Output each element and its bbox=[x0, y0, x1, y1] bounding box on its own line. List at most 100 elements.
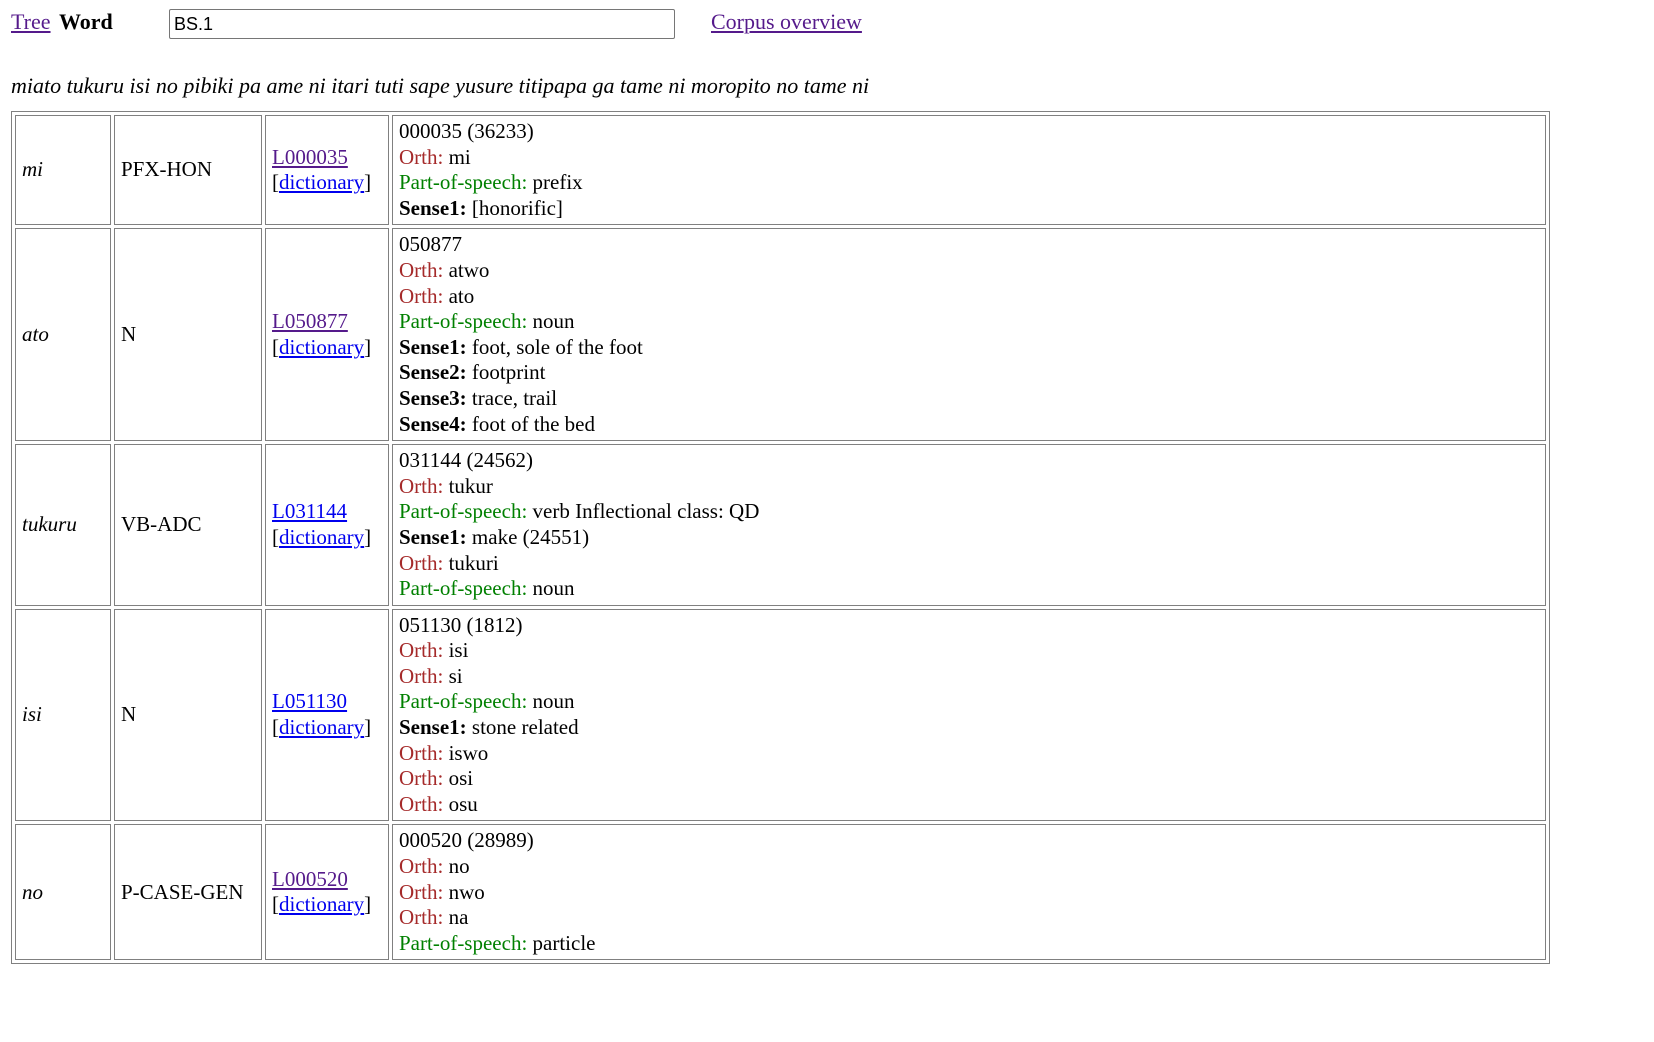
entry-value: 051130 (1812) bbox=[399, 612, 523, 637]
lemma-link[interactable]: L000035 bbox=[272, 145, 348, 169]
entry-value: nwo bbox=[448, 879, 485, 904]
entry-value: footprint bbox=[471, 360, 546, 385]
entry-value: tukuri bbox=[448, 550, 499, 575]
orth-label: Orth: bbox=[399, 663, 444, 688]
entry-line: Orth: osu bbox=[399, 792, 1539, 818]
bracket-close: ] bbox=[364, 334, 372, 359]
entry-value: si bbox=[448, 663, 463, 688]
entry-value: atwo bbox=[448, 257, 490, 282]
bracket-close: ] bbox=[364, 892, 372, 917]
entry-value: foot of the bed bbox=[471, 411, 595, 436]
lemma-link[interactable]: L000520 bbox=[272, 867, 348, 891]
entry-value: make (24551) bbox=[471, 524, 590, 549]
entry-value: [honorific] bbox=[471, 195, 563, 220]
entry-line: Sense4: foot of the bed bbox=[399, 412, 1539, 438]
entry-value: stone related bbox=[471, 715, 579, 740]
sense-label: Sense1: bbox=[399, 715, 467, 740]
bracket-open: [ bbox=[272, 334, 279, 359]
dictionary-link[interactable]: dictionary bbox=[279, 335, 364, 359]
entry-line: Part-of-speech: noun bbox=[399, 309, 1539, 335]
table-row: no P-CASE-GEN L000520 [dictionary] 000520 (2… bbox=[15, 824, 1546, 961]
entry-line: Orth: si bbox=[399, 664, 1539, 690]
entry-line: Orth: na bbox=[399, 905, 1539, 931]
entry-line: Sense1: make (24551) bbox=[399, 525, 1539, 551]
pos-label: Part-of-speech: bbox=[399, 689, 528, 714]
entry-value: 000035 (36233) bbox=[399, 119, 534, 143]
entry-value: trace, trail bbox=[471, 385, 558, 410]
bracket-open: [ bbox=[272, 524, 279, 549]
corpus-overview-link[interactable]: Corpus overview bbox=[711, 9, 862, 35]
entry-value: foot, sole of the foot bbox=[471, 334, 643, 359]
word-form-cell: no bbox=[15, 824, 111, 961]
entry-value: tukur bbox=[448, 473, 493, 498]
pos-tag-cell: N bbox=[114, 228, 262, 442]
pos-tag-cell: PFX-HON bbox=[114, 115, 262, 226]
top-bar: Tree Word Corpus overview bbox=[11, 9, 1654, 49]
entry-line: Sense2: footprint bbox=[399, 360, 1539, 386]
entry-line: Orth: iswo bbox=[399, 741, 1539, 767]
lexicon-entry-cell: 051130 (1812) Orth: isi Orth: si Part-of-sp… bbox=[392, 608, 1546, 822]
entry-line: Sense1: foot, sole of the foot bbox=[399, 335, 1539, 361]
entry-line: 000520 (28989) bbox=[399, 828, 1539, 854]
lemma-link[interactable]: L051130 bbox=[272, 689, 347, 713]
bracket-open: [ bbox=[272, 715, 279, 740]
pos-label: Part-of-speech: bbox=[399, 170, 528, 195]
entry-line: Sense1: stone related bbox=[399, 715, 1539, 741]
orth-label: Orth: bbox=[399, 854, 444, 879]
word-label: Word bbox=[59, 9, 113, 34]
lemma-link[interactable]: L050877 bbox=[272, 309, 348, 333]
lexicon-entry-cell: 000035 (36233) Orth: mi Part-of-speech: pr… bbox=[392, 115, 1546, 226]
entry-line: 051130 (1812) bbox=[399, 613, 1539, 639]
word-form-cell: tukuru bbox=[15, 444, 111, 606]
word-form-cell: mi bbox=[15, 115, 111, 226]
word-form-cell: isi bbox=[15, 608, 111, 822]
lexicon-entry-cell: 000520 (28989) Orth: no Orth: nwo Orth: na P… bbox=[392, 824, 1546, 961]
lemma-ref-cell: L050877 [dictionary] bbox=[265, 228, 389, 442]
lemma-link[interactable]: L031144 bbox=[272, 499, 347, 523]
pos-label: Part-of-speech: bbox=[399, 499, 528, 524]
pos-label: Part-of-speech: bbox=[399, 576, 528, 601]
entry-line: 031144 (24562) bbox=[399, 448, 1539, 474]
entry-line: Orth: no bbox=[399, 854, 1539, 880]
sense-label: Sense1: bbox=[399, 334, 467, 359]
dictionary-link[interactable]: dictionary bbox=[279, 715, 364, 739]
entry-line: Part-of-speech: particle bbox=[399, 931, 1539, 957]
orth-label: Orth: bbox=[399, 766, 444, 791]
lexicon-entry-cell: 050877 Orth: atwo Orth: ato Part-of-speech:… bbox=[392, 228, 1546, 442]
entry-value: no bbox=[448, 854, 470, 879]
orth-label: Orth: bbox=[399, 879, 444, 904]
entry-line: Orth: ato bbox=[399, 284, 1539, 310]
dictionary-link[interactable]: dictionary bbox=[279, 525, 364, 549]
entry-line: Orth: tukur bbox=[399, 474, 1539, 500]
tree-link[interactable]: Tree bbox=[11, 9, 51, 35]
entry-value: particle bbox=[532, 930, 596, 955]
bracket-close: ] bbox=[364, 170, 372, 195]
bracket-close: ] bbox=[364, 715, 372, 740]
entry-value: osi bbox=[448, 766, 474, 791]
table-row: isi N L051130 [dictionary] 051130 (1812) Orth… bbox=[15, 608, 1546, 822]
orth-label: Orth: bbox=[399, 144, 444, 169]
bracket-open: [ bbox=[272, 892, 279, 917]
entry-value: 050877 bbox=[399, 232, 462, 257]
entry-value: iswo bbox=[448, 740, 489, 765]
entry-value: mi bbox=[448, 144, 471, 169]
entry-line: Orth: mi bbox=[399, 145, 1539, 171]
word-form-cell: ato bbox=[15, 228, 111, 442]
entry-value: 031144 (24562) bbox=[399, 448, 533, 473]
sense-label: Sense3: bbox=[399, 385, 467, 410]
entry-line: 000035 (36233) bbox=[399, 119, 1539, 145]
orth-label: Orth: bbox=[399, 473, 444, 498]
table-row: ato N L050877 [dictionary] 050877 Orth: atwo O… bbox=[15, 228, 1546, 442]
bracket-close: ] bbox=[364, 524, 372, 549]
sense-label: Sense1: bbox=[399, 524, 467, 549]
lemma-ref-cell: L031144 [dictionary] bbox=[265, 444, 389, 606]
dictionary-link[interactable]: dictionary bbox=[279, 170, 364, 194]
orth-label: Orth: bbox=[399, 257, 444, 282]
entry-value: isi bbox=[448, 638, 469, 663]
orth-label: Orth: bbox=[399, 638, 444, 663]
lemma-ref-cell: L000035 [dictionary] bbox=[265, 115, 389, 226]
pos-tag-cell: N bbox=[114, 608, 262, 822]
sentence-id-input[interactable] bbox=[169, 9, 675, 39]
dictionary-link[interactable]: dictionary bbox=[279, 892, 364, 916]
pos-label: Part-of-speech: bbox=[399, 309, 528, 334]
